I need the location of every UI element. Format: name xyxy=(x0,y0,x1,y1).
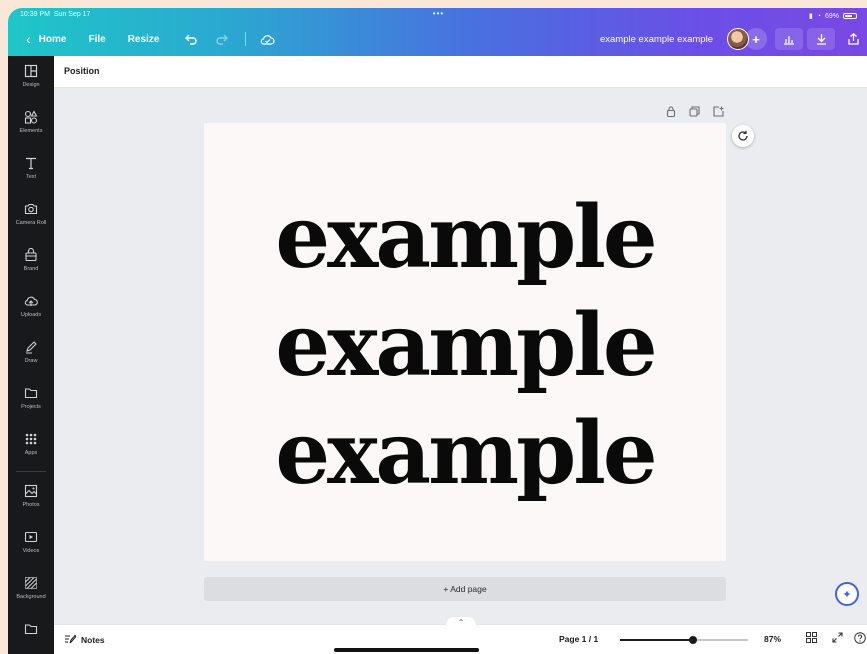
zoom-level[interactable]: 87% xyxy=(764,634,781,644)
sidebar-item-label: Draw xyxy=(24,358,38,364)
left-sidebar: Design Elements Text Camera Roll Brand Upload… xyxy=(8,56,54,654)
ipad-screen: 10:39 PM Sun Sep 17 ••• ▮ ◔ 69% ‹ Home F… xyxy=(8,8,867,654)
text-line-1[interactable]: example xyxy=(204,195,726,281)
zoom-slider[interactable] xyxy=(620,636,748,644)
sidebar-item-label: Text xyxy=(25,174,37,180)
sidebar-item-label: Elements xyxy=(19,128,43,134)
sidebar-item-label: Projects xyxy=(21,404,41,410)
page-indicator[interactable]: Page 1 / 1 xyxy=(559,634,598,644)
editor-toolbar: ‹ Home File Resize example example examp… xyxy=(8,28,867,50)
wifi-icon: ◔ xyxy=(816,12,821,20)
image-icon xyxy=(8,484,54,500)
sidebar-item-text[interactable]: Text xyxy=(8,156,54,180)
add-page-button[interactable]: + Add page xyxy=(204,577,726,601)
sidebar-item-label: Uploads xyxy=(20,312,42,318)
sidebar-item-uploads[interactable]: Uploads xyxy=(8,294,54,318)
sidebar-item-brand[interactable]: Brand xyxy=(8,247,54,272)
redo-icon[interactable] xyxy=(213,30,231,48)
toolbar-divider xyxy=(245,32,247,46)
chevron-up-icon[interactable]: ⌃ xyxy=(446,617,476,627)
notes-icon xyxy=(64,634,77,646)
share-icon[interactable] xyxy=(839,28,867,50)
duplicate-page-icon[interactable] xyxy=(689,106,700,120)
magic-sparkle-icon[interactable]: ✦ xyxy=(835,582,859,606)
brand-icon xyxy=(8,247,54,264)
home-button[interactable]: ‹ Home xyxy=(26,32,66,46)
folder-icon xyxy=(8,622,54,638)
sidebar-item-label: Brand xyxy=(23,266,39,272)
home-label: Home xyxy=(38,33,67,45)
text-line-3[interactable]: example xyxy=(204,411,726,497)
sidebar-item-apps[interactable]: Apps xyxy=(8,432,54,456)
lock-icon[interactable] xyxy=(666,106,676,120)
text-line-2[interactable]: example xyxy=(204,303,726,389)
sidebar-item-draw[interactable]: Draw xyxy=(8,340,54,364)
shapes-icon xyxy=(8,110,54,126)
page-title[interactable]: Position xyxy=(64,66,100,76)
folder-icon xyxy=(8,386,54,402)
insights-chart-icon[interactable] xyxy=(775,28,803,50)
zoom-slider-handle[interactable] xyxy=(688,636,697,644)
sidebar-item-more[interactable] xyxy=(8,622,54,640)
grid-view-icon[interactable] xyxy=(806,632,817,646)
notes-label: Notes xyxy=(81,635,105,645)
context-header: Position xyxy=(54,56,867,88)
video-icon xyxy=(8,530,54,546)
sidebar-item-camera-roll[interactable]: Camera Roll xyxy=(8,202,54,226)
sidebar-item-label: Camera Roll xyxy=(15,220,47,226)
notes-button[interactable]: Notes xyxy=(64,634,105,646)
file-menu-button[interactable]: File xyxy=(88,34,105,45)
sidebar-item-projects[interactable]: Projects xyxy=(8,386,54,410)
home-indicator[interactable] xyxy=(334,648,479,652)
sidebar-item-label: Design xyxy=(22,82,40,88)
sidebar-divider xyxy=(16,471,46,472)
undo-icon[interactable] xyxy=(181,30,199,48)
multitask-dots[interactable]: ••• xyxy=(433,9,444,18)
resize-button[interactable]: Resize xyxy=(128,34,160,45)
sidebar-item-label: Videos xyxy=(22,548,40,554)
fullscreen-icon[interactable] xyxy=(832,632,843,646)
sidebar-item-elements[interactable]: Elements xyxy=(8,110,54,134)
status-indicators: ▮ ◔ 69% xyxy=(809,11,857,21)
chevron-left-icon: ‹ xyxy=(26,31,31,47)
refresh-icon[interactable] xyxy=(732,125,754,147)
top-bar: 10:39 PM Sun Sep 17 ••• ▮ ◔ 69% ‹ Home F… xyxy=(8,8,867,56)
hatch-icon xyxy=(8,576,54,592)
avatar[interactable] xyxy=(727,28,749,50)
text-icon xyxy=(8,156,54,172)
layout-icon xyxy=(8,64,54,80)
sidebar-item-label: Apps xyxy=(24,450,38,456)
bottom-bar: ⌃ Notes Page 1 / 1 87% xyxy=(54,617,867,654)
sidebar-item-label: Photos xyxy=(22,502,40,508)
battery-percent: 69% xyxy=(824,12,839,20)
zoom-slider-fill xyxy=(620,639,693,641)
status-bar: 10:39 PM Sun Sep 17 ••• ▮ ◔ 69% xyxy=(20,9,857,21)
document-title[interactable]: example example example xyxy=(600,34,713,45)
battery-icon xyxy=(843,13,857,19)
sidebar-item-photos[interactable]: Photos xyxy=(8,484,54,508)
grid-icon xyxy=(8,432,54,448)
cloud-save-icon[interactable] xyxy=(258,30,276,48)
sidebar-item-label: Background xyxy=(16,594,46,600)
upload-cloud-icon xyxy=(8,294,54,310)
sidebar-item-design[interactable]: Design xyxy=(8,64,54,88)
add-page-icon[interactable] xyxy=(713,106,724,120)
page-tools xyxy=(666,106,724,120)
help-icon[interactable] xyxy=(854,632,866,647)
design-page[interactable]: example example example xyxy=(204,123,726,561)
camera-icon xyxy=(8,202,54,218)
sidebar-item-videos[interactable]: Videos xyxy=(8,530,54,554)
status-time-date: 10:39 PM Sun Sep 17 xyxy=(20,11,91,18)
sidebar-item-background[interactable]: Background xyxy=(8,576,54,600)
pen-icon xyxy=(8,340,54,356)
download-icon[interactable] xyxy=(807,28,835,50)
signal-icon: ▮ xyxy=(808,13,813,20)
